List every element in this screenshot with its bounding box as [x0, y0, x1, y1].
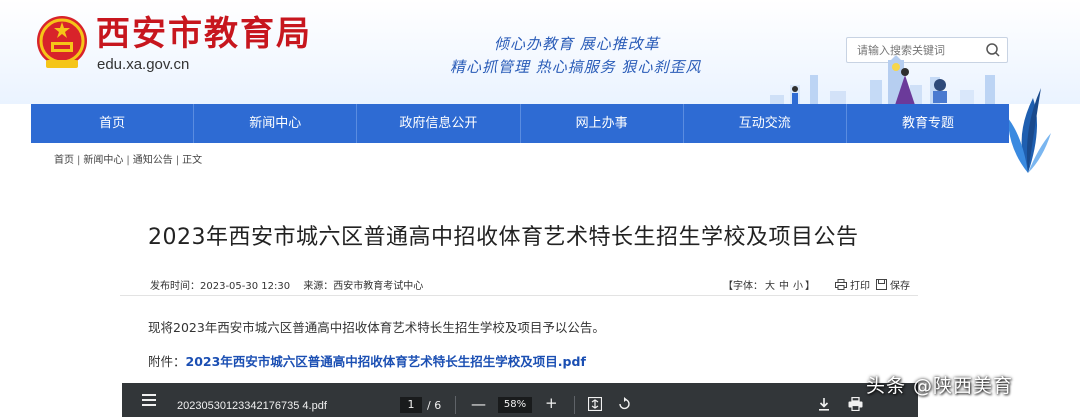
font-size-end: 】: [805, 281, 815, 292]
main-nav: 首页 新闻中心 政府信息公开 网上办事 互动交流 教育专题: [31, 104, 1009, 143]
save-icon: [876, 279, 887, 290]
national-emblem-icon[interactable]: [34, 14, 90, 72]
pdf-file-name: 20230530123342176735 4.pdf: [177, 400, 327, 412]
menu-icon[interactable]: [142, 394, 156, 406]
slogan-line-2: 精心抓管理 热心搞服务 狠心刹歪风: [450, 58, 702, 76]
zoom-level[interactable]: 58%: [498, 397, 532, 413]
breadcrumb: 首页 | 新闻中心 | 通知公告 | 正文: [54, 151, 202, 166]
publish-time: 发布时间：2023-05-30 12:30: [150, 281, 291, 292]
download-icon[interactable]: [817, 397, 831, 411]
toolbar-divider: [574, 396, 575, 414]
nav-item-news[interactable]: 新闻中心: [194, 104, 358, 143]
pdf-page-input[interactable]: 1: [400, 397, 422, 413]
font-size-label: 【字体：: [723, 281, 763, 292]
breadcrumb-separator: |: [126, 155, 130, 166]
breadcrumb-separator: |: [175, 155, 180, 166]
watermark-text: 头条 @陕西美育: [866, 375, 1014, 397]
breadcrumb-home[interactable]: 首页: [54, 155, 74, 166]
breadcrumb-current: 正文: [182, 155, 203, 166]
fit-page-icon[interactable]: [588, 397, 602, 411]
slogan-line-1: 倾心办教育 展心推改革: [494, 35, 660, 53]
zoom-out-button[interactable]: —: [471, 395, 486, 413]
font-size-small[interactable]: 小: [793, 281, 803, 292]
site-title[interactable]: 西安市教育局: [96, 14, 312, 54]
article-body-paragraph: 现将2023年西安市城六区普通高中招收体育艺术特长生招生学校及项目予以公告。: [148, 320, 605, 335]
nav-item-online-service[interactable]: 网上办事: [521, 104, 684, 143]
printer-icon: [835, 279, 847, 290]
print-button[interactable]: 打印: [835, 277, 870, 292]
breadcrumb-notices[interactable]: 通知公告: [133, 155, 173, 166]
breadcrumb-separator: |: [77, 155, 81, 166]
site-domain: edu.xa.gov.cn: [97, 56, 190, 73]
nav-item-interaction[interactable]: 互动交流: [684, 104, 847, 143]
pdf-viewer-toolbar: 20230530123342176735 4.pdf 1 / 6 — 58% +: [122, 383, 918, 417]
attachment-line: 附件：2023年西安市城六区普通高中招收体育艺术特长生招生学校及项目.pdf: [148, 351, 586, 370]
font-size-medium[interactable]: 中: [779, 281, 789, 292]
font-size-large[interactable]: 大: [765, 281, 775, 292]
article-meta-bar: 发布时间：2023-05-30 12:30 来源：西安市教育考试中心 【字体：大…: [120, 274, 918, 296]
attachment-prefix: 附件：: [148, 354, 186, 369]
rotate-icon[interactable]: [617, 397, 631, 411]
nav-item-education-topics[interactable]: 教育专题: [847, 104, 1009, 143]
nav-item-home[interactable]: 首页: [31, 104, 195, 143]
nav-item-gov-info[interactable]: 政府信息公开: [357, 104, 521, 143]
plant-decoration: [1008, 88, 1051, 173]
zoom-in-button[interactable]: +: [545, 394, 558, 412]
site-header: 西安市教育局 edu.xa.gov.cn 倾心办教育 展心推改革 精心抓管理 热…: [0, 0, 1080, 173]
breadcrumb-news[interactable]: 新闻中心: [83, 155, 123, 166]
pdf-total-pages: / 6: [427, 399, 442, 412]
save-button[interactable]: 保存: [876, 277, 910, 292]
toolbar-divider: [455, 396, 456, 414]
article-title: 2023年西安市城六区普通高中招收体育艺术特长生招生学校及项目公告: [148, 225, 859, 250]
print-icon[interactable]: [848, 397, 863, 411]
attachment-link[interactable]: 2023年西安市城六区普通高中招收体育艺术特长生招生学校及项目.pdf: [186, 354, 586, 369]
print-label: 打印: [850, 281, 870, 292]
font-size-control: 【字体：大中小】: [723, 277, 815, 292]
article-source: 来源：西安市教育考试中心: [303, 281, 424, 292]
save-label: 保存: [890, 281, 910, 292]
